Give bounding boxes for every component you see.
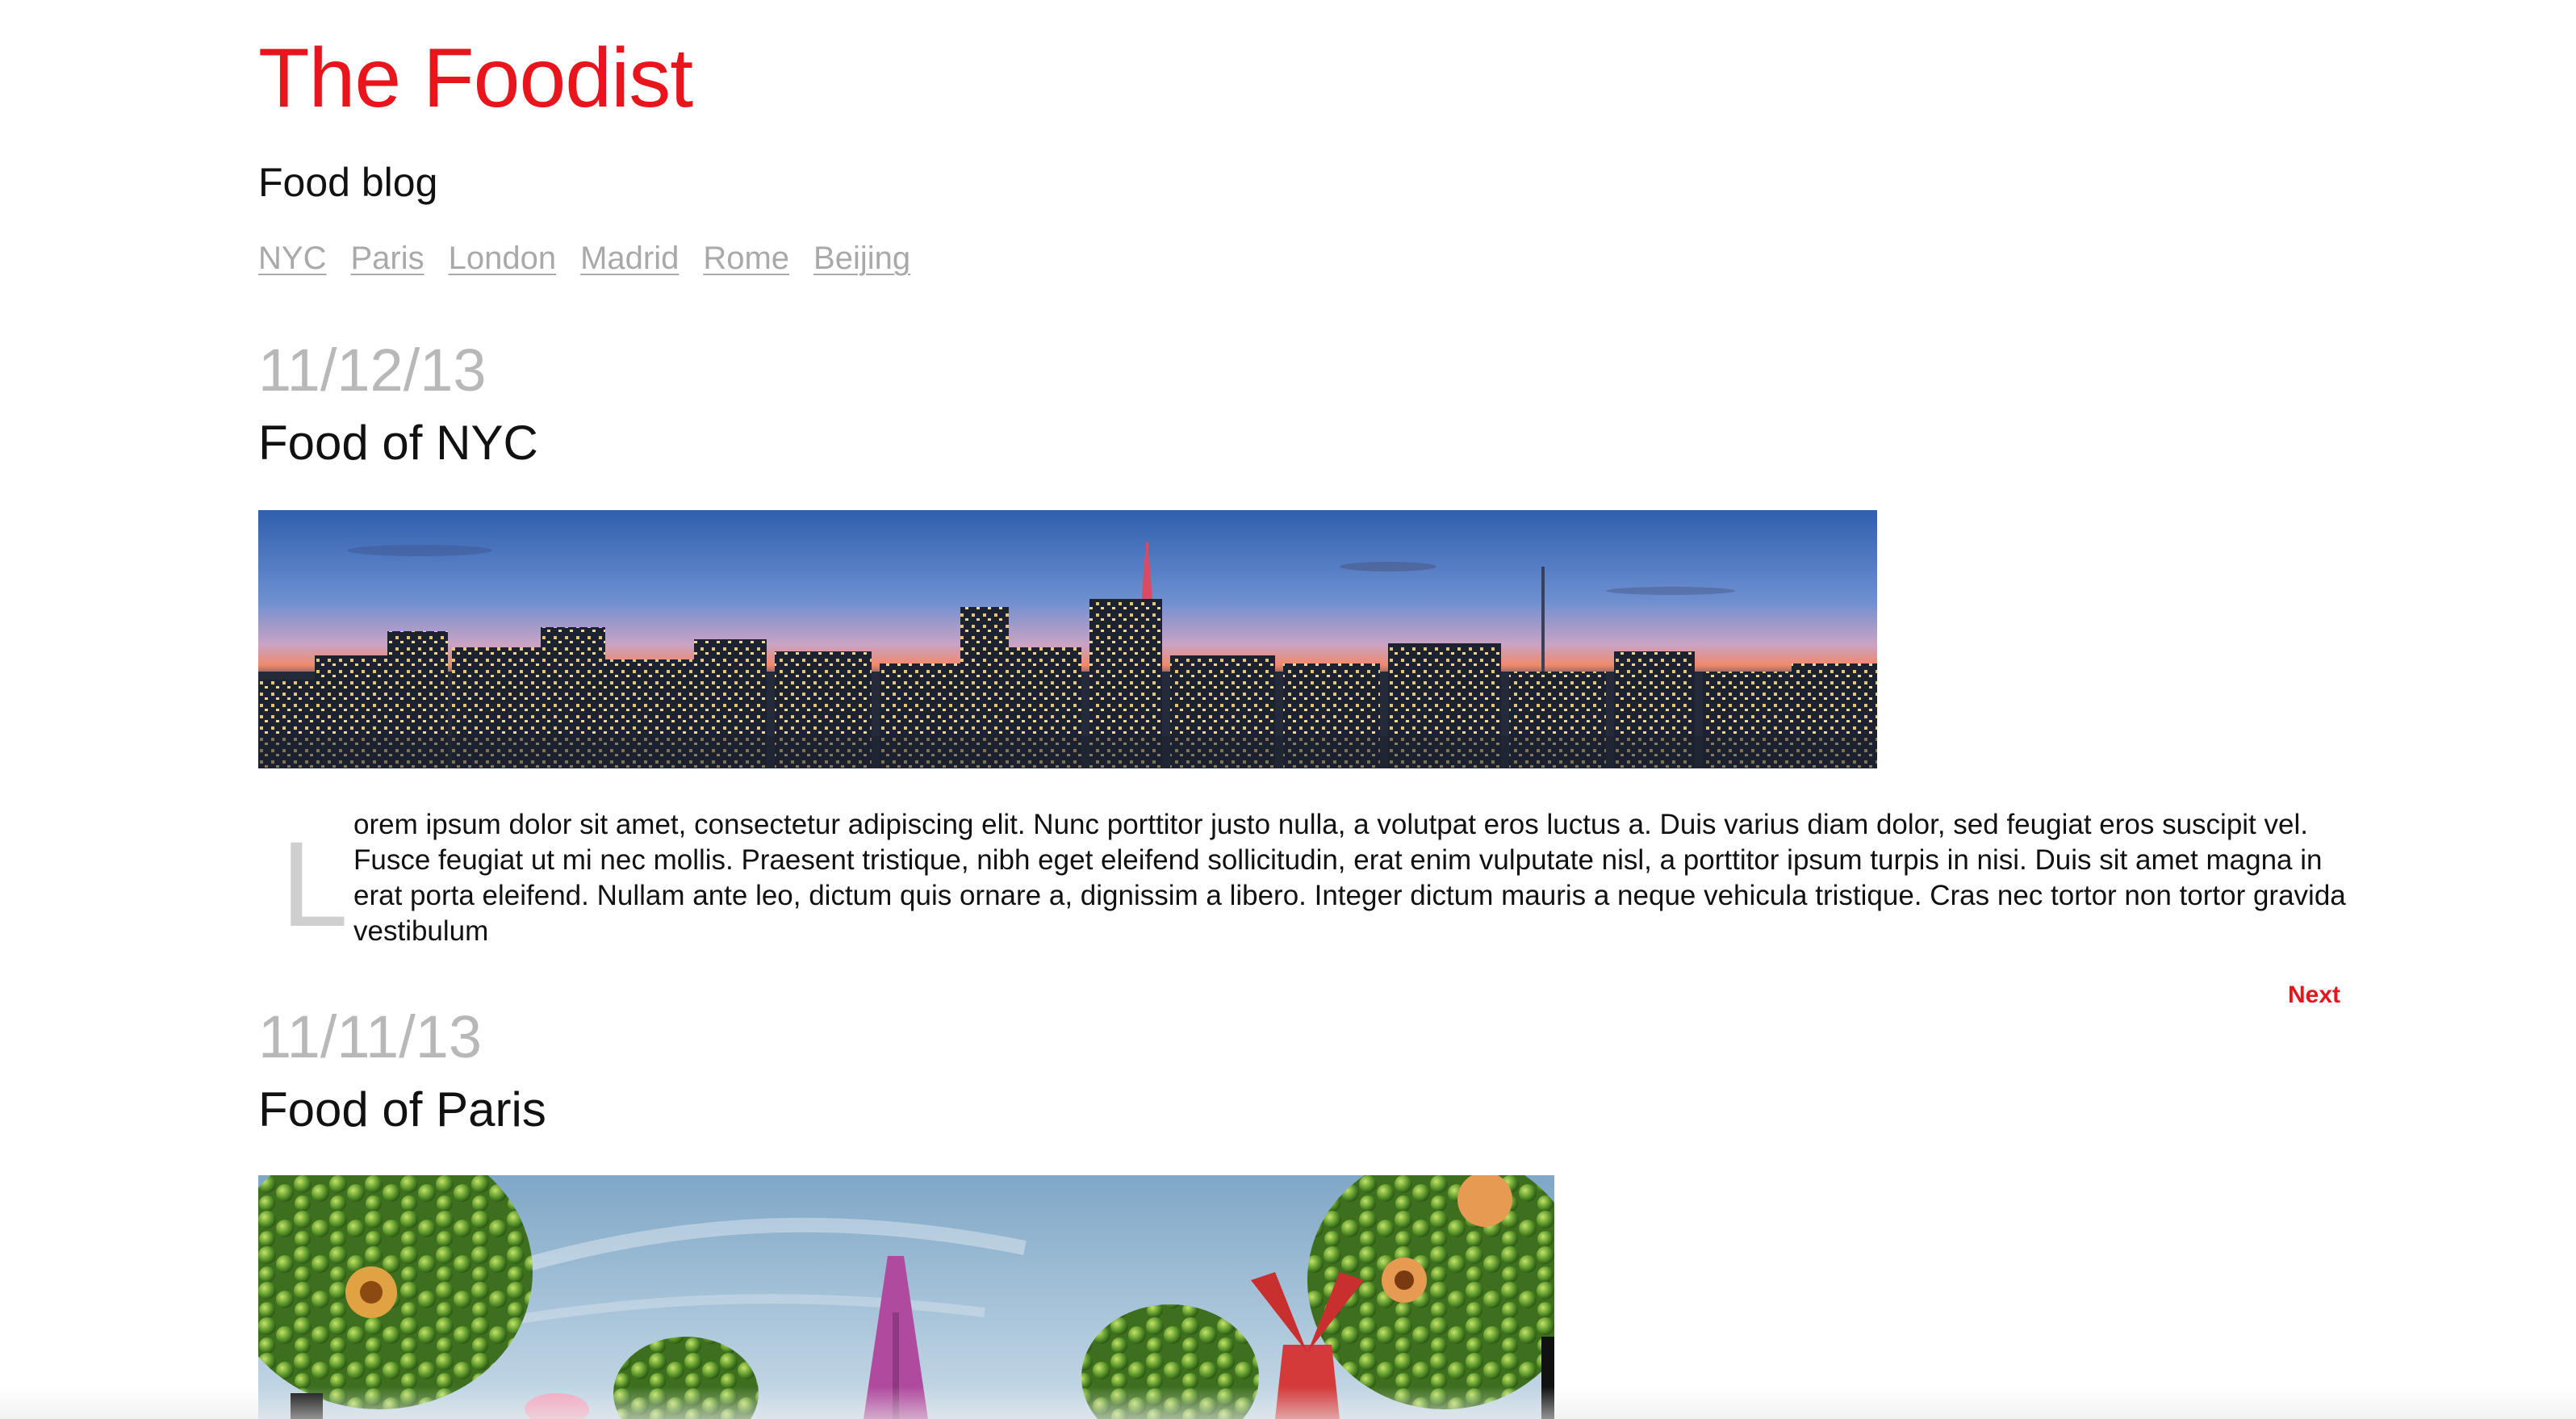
nav-link-paris[interactable]: Paris <box>350 241 424 277</box>
nav-link-beijing[interactable]: Beijing <box>813 241 910 277</box>
dropcap-letter: L <box>281 816 349 952</box>
site-title[interactable]: The Foodist <box>258 32 693 125</box>
paris-food-image <box>258 1175 1554 1419</box>
city-nav: NYC Paris London Madrid Rome Beijing <box>258 241 910 277</box>
next-link[interactable]: Next <box>2288 982 2340 1009</box>
nav-link-london[interactable]: London <box>449 241 556 277</box>
site-tagline: Food blog <box>258 160 438 205</box>
nav-link-madrid[interactable]: Madrid <box>580 241 679 277</box>
post-body: orem ipsum dolor sit amet, consectetur a… <box>353 809 2346 947</box>
post-title[interactable]: Food of NYC <box>258 416 538 470</box>
post-date: 11/11/13 <box>258 1003 483 1070</box>
nyc-skyline-image <box>258 510 1877 768</box>
nav-link-rome[interactable]: Rome <box>703 241 789 277</box>
post-title[interactable]: Food of Paris <box>258 1083 546 1136</box>
page: The Foodist Food blog NYC Paris London M… <box>0 0 2576 1419</box>
nav-link-nyc[interactable]: NYC <box>258 241 326 277</box>
post-date: 11/12/13 <box>258 337 487 404</box>
